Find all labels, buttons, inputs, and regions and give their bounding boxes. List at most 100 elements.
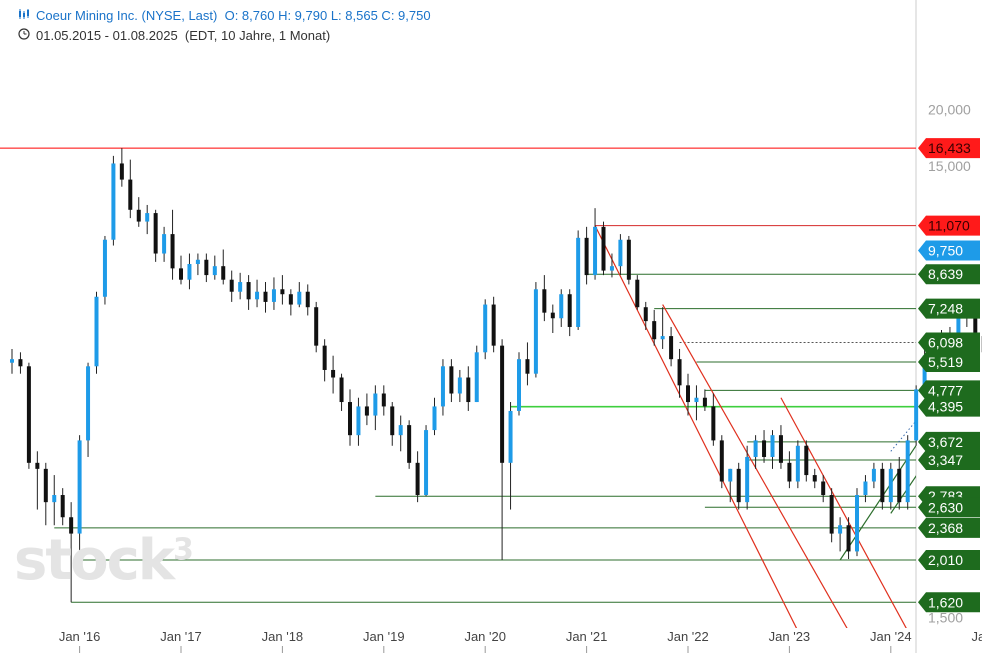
candle-body	[170, 234, 175, 269]
candle-body	[500, 345, 505, 463]
candle-body	[18, 359, 23, 367]
candle-body	[787, 462, 792, 482]
candle-body	[373, 393, 378, 416]
candle-body	[255, 291, 260, 300]
header-range: 01.05.2015 - 01.08.2025 (EDT, 10 Jahre, …	[18, 28, 330, 43]
level-tag: 11,070	[918, 215, 980, 236]
candle-body	[52, 495, 57, 503]
level-tag: 7,248	[918, 298, 980, 319]
candle-body	[77, 440, 82, 534]
candle-body	[880, 468, 885, 503]
candle-body	[517, 359, 521, 411]
candle-body	[43, 468, 48, 503]
x-tick-label: Jan '24	[870, 629, 912, 644]
level-tag-text: 6,098	[928, 334, 963, 350]
candle-body	[609, 266, 614, 271]
candle-body	[838, 525, 843, 534]
candle-body	[314, 307, 319, 346]
candle-body	[846, 525, 851, 552]
ohlc-values: O: 8,760 H: 9,790 L: 8,565 C: 9,750	[224, 8, 431, 23]
trendline	[594, 225, 798, 628]
candle-body	[686, 385, 690, 403]
candle-body	[398, 425, 403, 436]
candle-body	[821, 481, 826, 496]
candle-body	[635, 279, 640, 308]
y-tick-label: 20,000	[928, 102, 971, 118]
candle-body	[804, 445, 809, 476]
candle-body	[778, 435, 783, 463]
level-tag: 3,347	[918, 450, 980, 471]
candle-body	[102, 239, 107, 297]
level-tag-text: 1,620	[928, 594, 963, 610]
candle-body	[331, 369, 336, 378]
x-tick-label: Jan '19	[363, 629, 405, 644]
candle-body	[407, 425, 412, 463]
candle-body	[559, 294, 564, 319]
candle-body	[238, 282, 243, 292]
candle-body	[508, 410, 513, 463]
candle-body	[364, 406, 369, 416]
candle-body	[457, 377, 462, 394]
x-axis: Jan '16 Jan '17 Jan '18 Jan '19 Jan '20 Jan '…	[59, 629, 982, 653]
x-tick-label: Jan '20	[464, 629, 506, 644]
x-tick-label: Jan '25	[971, 629, 982, 644]
candle-body	[863, 481, 868, 496]
candle-body	[390, 406, 395, 436]
candle-body	[491, 304, 496, 346]
level-tag-text: 7,248	[928, 301, 963, 317]
level-tag: 4,395	[918, 396, 980, 417]
candle-body	[35, 462, 40, 469]
range-meta: (EDT, 10 Jahre, 1 Monat)	[184, 28, 331, 43]
candle-body	[440, 366, 445, 407]
level-tag-text: 11,070	[928, 218, 970, 234]
candle-body	[415, 462, 420, 496]
clock-icon	[18, 28, 30, 43]
level-tag-text: 8,639	[928, 266, 963, 282]
candle-body	[567, 294, 572, 327]
candle-body	[618, 239, 623, 267]
x-tick-label: Jan '23	[769, 629, 811, 644]
level-tag-text: 3,347	[928, 452, 963, 468]
level-tag-text: 16,433	[928, 140, 971, 156]
candle-body	[153, 213, 158, 254]
candle-body	[694, 397, 699, 403]
candle-body	[711, 406, 716, 441]
x-tick-label: Jan '18	[262, 629, 304, 644]
candle-body	[829, 495, 834, 534]
level-tag: 3,672	[918, 431, 980, 452]
candle-body	[263, 291, 268, 302]
candle-body	[179, 268, 183, 280]
candle-body	[762, 440, 767, 457]
candle-body	[584, 237, 589, 276]
candle-body	[221, 266, 226, 280]
level-tag-text: 2,630	[928, 499, 963, 515]
candle-body	[26, 366, 31, 463]
candle-body	[652, 321, 657, 340]
level-labels: 16,433 11,070 8,639 7,248 6,098 5,519 4,7774,3…	[918, 138, 980, 613]
candle-body	[94, 296, 99, 367]
candle-body	[795, 445, 800, 482]
instrument-name: Coeur Mining Inc. (NYSE, Last)	[36, 8, 218, 23]
candle-body	[187, 264, 192, 280]
level-tag: 2,010	[918, 550, 980, 570]
level-tag: 5,519	[918, 352, 980, 373]
candle-body	[381, 393, 386, 407]
candle-body	[204, 259, 209, 276]
candle-body	[525, 359, 530, 374]
candle-body	[533, 289, 538, 374]
candle-body	[601, 226, 606, 271]
level-tag-text: 4,395	[928, 399, 963, 415]
candle-body	[914, 389, 919, 441]
candle-body	[229, 279, 234, 292]
level-tag: 8,639	[918, 264, 980, 285]
candle-body	[736, 468, 741, 503]
candle-body	[271, 289, 276, 302]
candle-body	[626, 239, 631, 280]
header-instrument: Coeur Mining Inc. (NYSE, Last) O: 8,760 …	[18, 8, 431, 23]
candle-body	[348, 402, 352, 436]
level-tag: 6,098	[918, 332, 980, 353]
candle-body	[339, 377, 344, 403]
level-tag-text: 2,010	[928, 552, 963, 568]
level-tag-text: 3,672	[928, 434, 963, 450]
candle-body	[356, 406, 361, 436]
